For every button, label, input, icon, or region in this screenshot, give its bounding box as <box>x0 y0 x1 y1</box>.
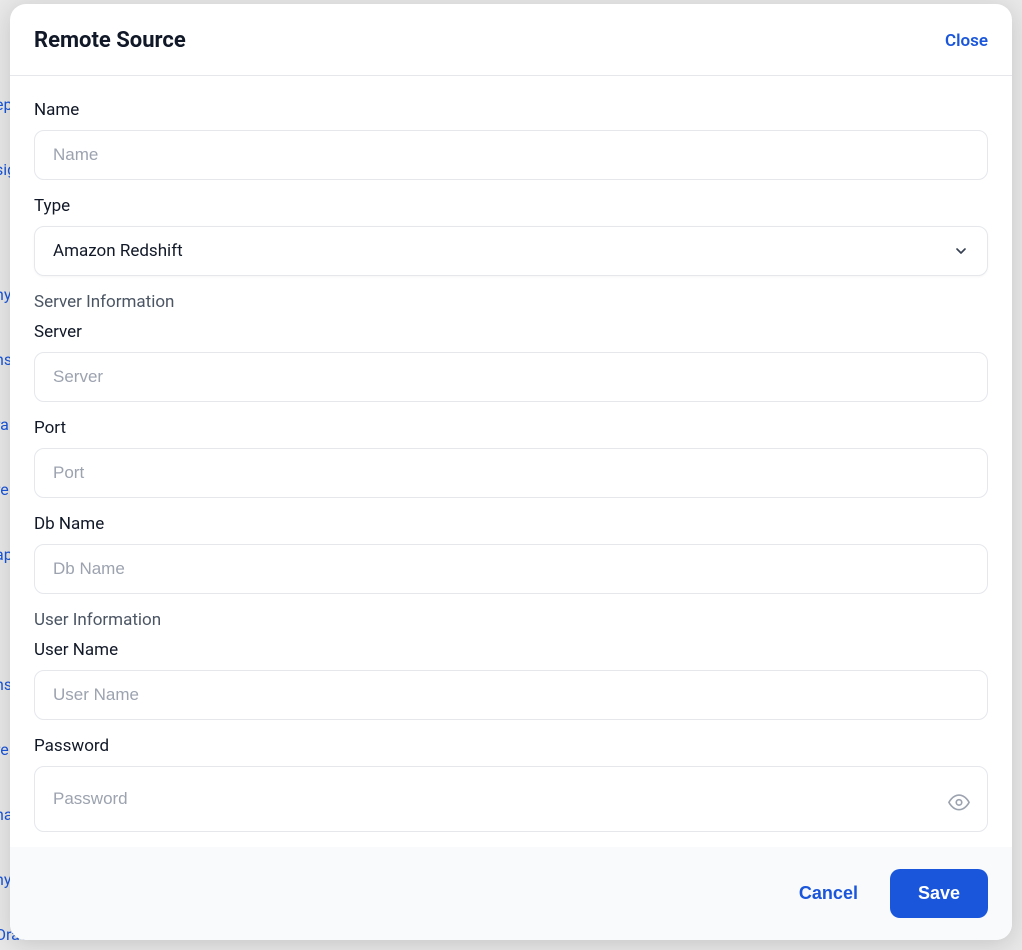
port-label: Port <box>34 418 988 438</box>
db-name-input[interactable] <box>34 544 988 594</box>
remote-source-modal: Remote Source Close Name Type Amazon Red… <box>10 4 1012 940</box>
modal-footer: Cancel Save <box>10 847 1012 940</box>
password-label: Password <box>34 736 988 756</box>
bg-row-text: ra <box>0 415 9 434</box>
chevron-down-icon <box>953 243 969 259</box>
toggle-password-visibility[interactable] <box>948 791 970 817</box>
password-wrapper <box>34 766 988 847</box>
user-name-input[interactable] <box>34 670 988 720</box>
db-name-label: Db Name <box>34 514 988 534</box>
port-input[interactable] <box>34 448 988 498</box>
eye-icon <box>948 791 970 813</box>
password-input[interactable] <box>34 766 988 832</box>
type-select[interactable]: Amazon Redshift <box>34 226 988 276</box>
type-selected-value: Amazon Redshift <box>53 241 183 261</box>
user-section-label: User Information <box>34 610 988 630</box>
bg-row-text: re <box>0 740 9 759</box>
server-input[interactable] <box>34 352 988 402</box>
server-section-label: Server Information <box>34 292 988 312</box>
modal-header: Remote Source Close <box>10 4 1012 76</box>
bg-row-text: re <box>0 480 9 499</box>
save-button[interactable]: Save <box>890 869 988 918</box>
user-name-label: User Name <box>34 640 988 660</box>
modal-body: Name Type Amazon Redshift Server Informa… <box>10 76 1012 847</box>
close-button[interactable]: Close <box>945 31 988 51</box>
name-label: Name <box>34 100 988 120</box>
modal-title: Remote Source <box>34 28 186 53</box>
cancel-button[interactable]: Cancel <box>791 873 866 914</box>
name-input[interactable] <box>34 130 988 180</box>
type-label: Type <box>34 196 988 216</box>
server-label: Server <box>34 322 988 342</box>
